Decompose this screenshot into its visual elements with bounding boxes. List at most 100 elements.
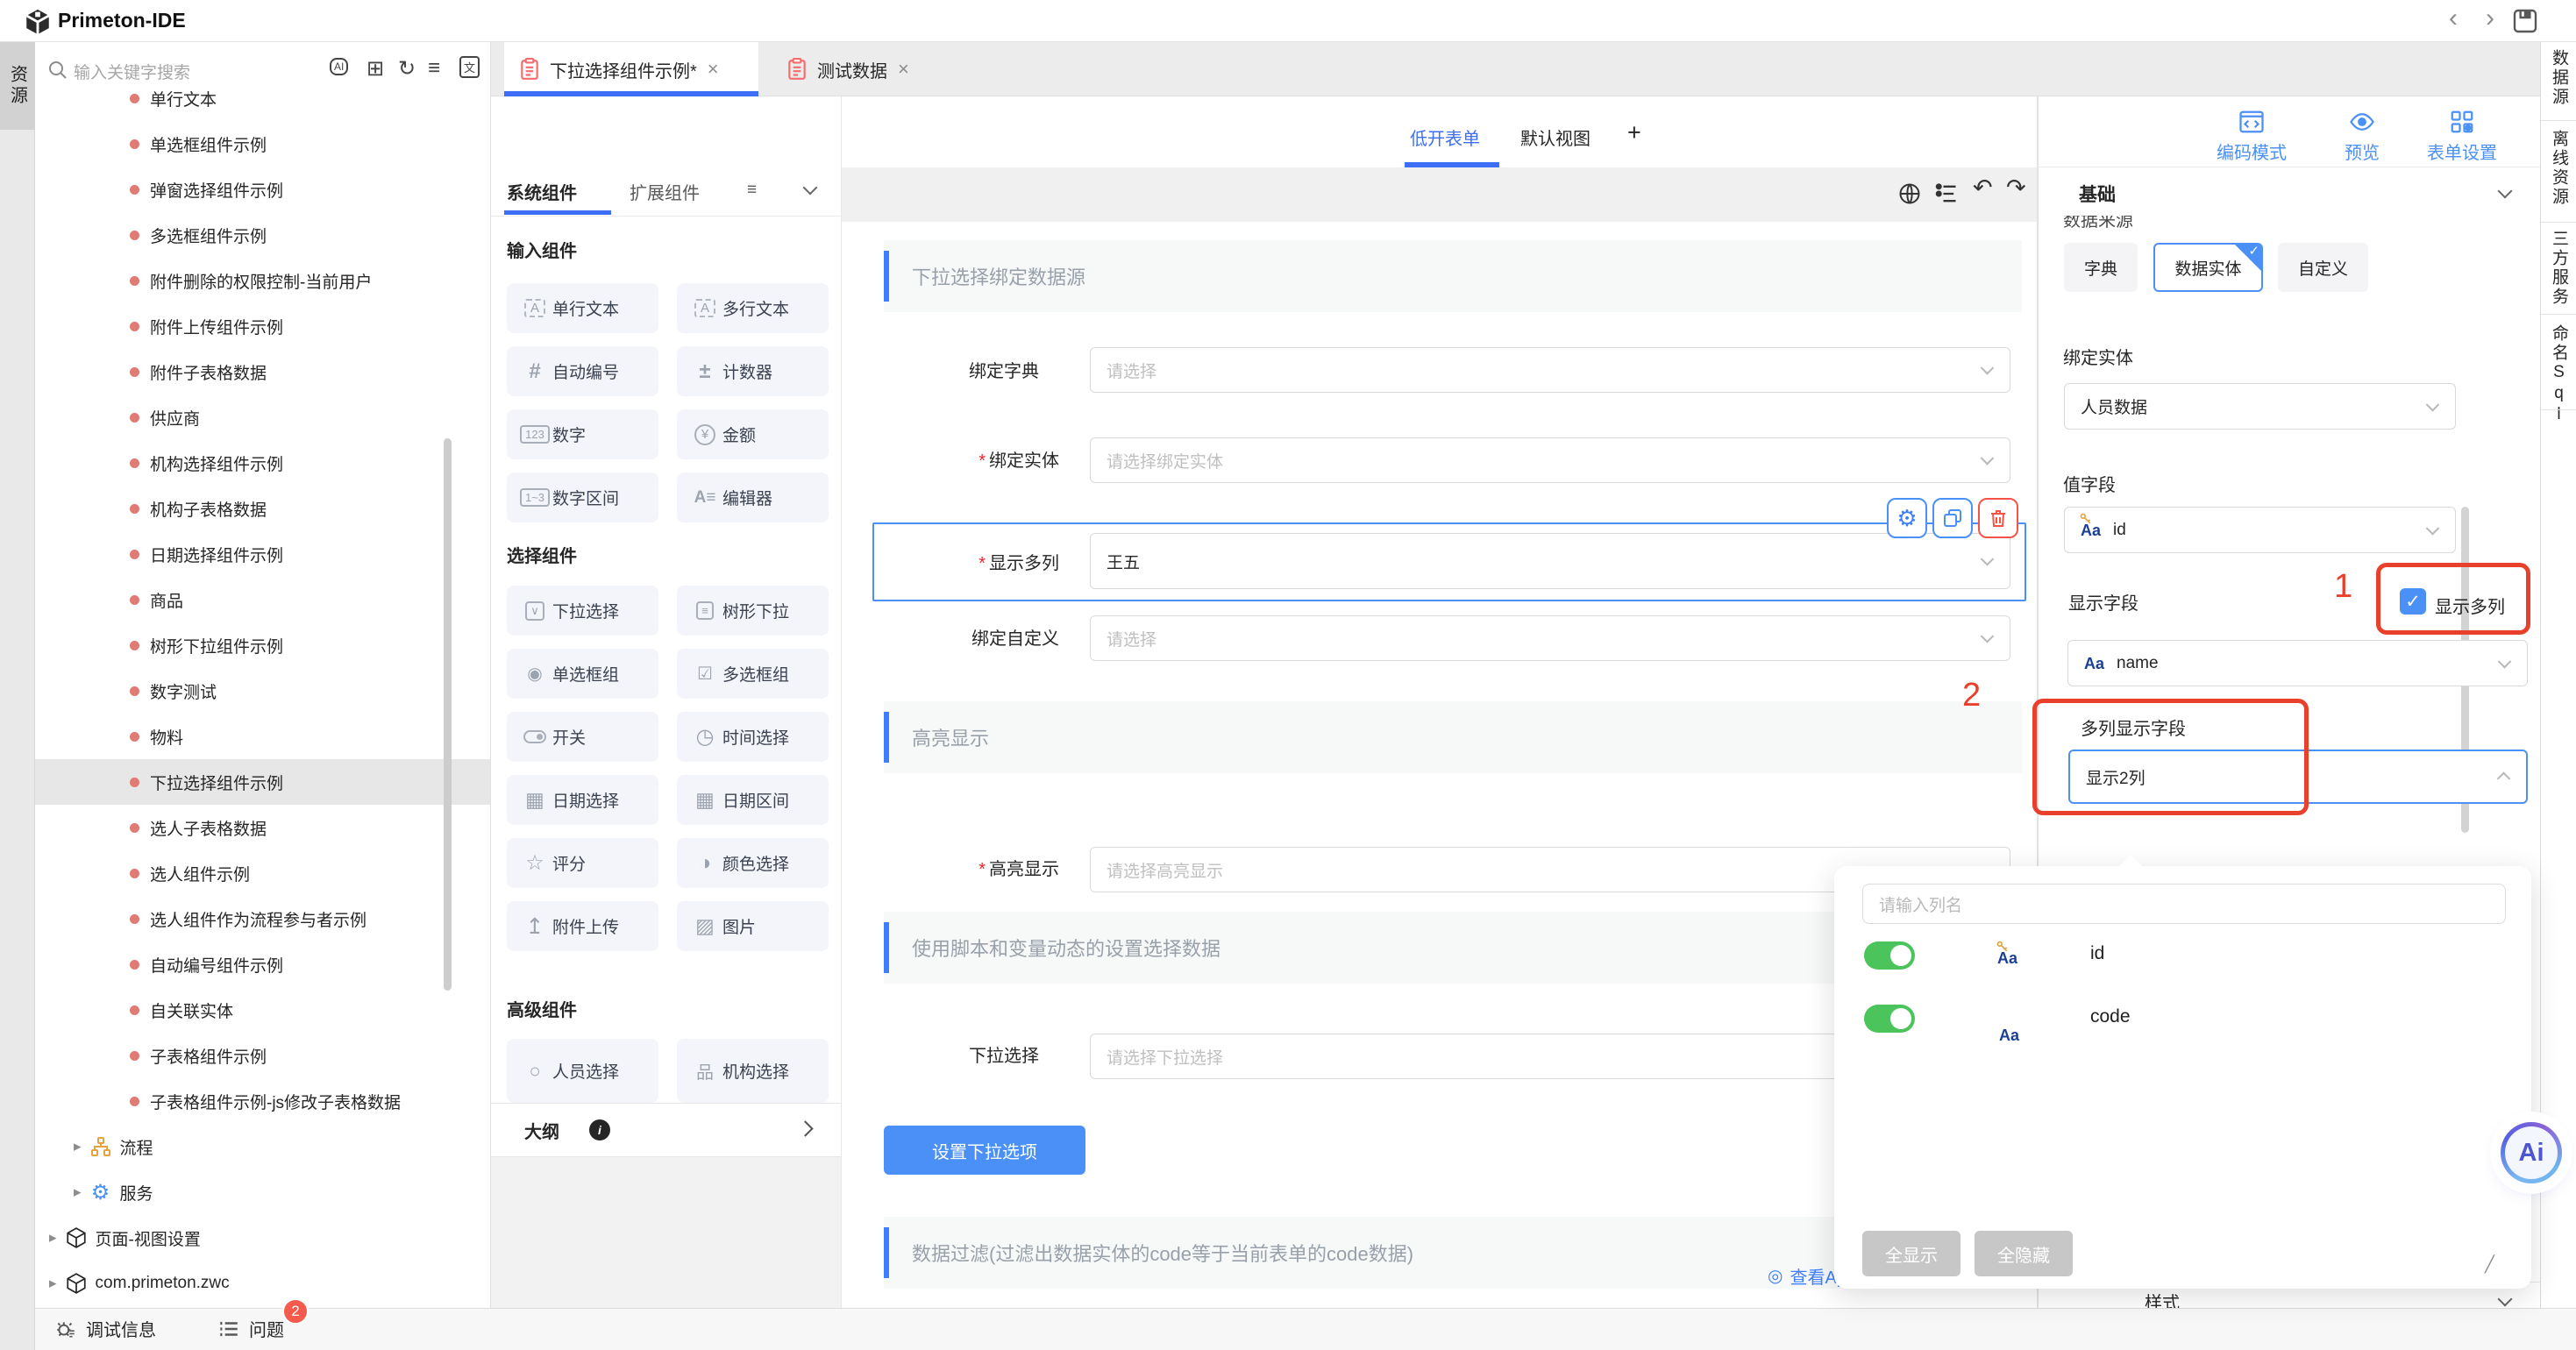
view-tab-lowcode-form[interactable]: 低开表单 xyxy=(1410,124,1480,150)
activity-tab-resources[interactable]: 资源 xyxy=(0,42,35,130)
tree-item[interactable]: 数字测试 xyxy=(35,668,491,714)
rail-tab-offline-resources[interactable]: 离线资源 xyxy=(2541,130,2576,207)
chevron-down-icon[interactable] xyxy=(2498,184,2513,199)
tree-item[interactable]: 树形下拉组件示例 xyxy=(35,622,491,668)
editor-tab-active[interactable]: 下拉选择组件示例* × xyxy=(504,42,758,96)
palette-item-editor[interactable]: A≡编辑器 xyxy=(677,472,829,522)
set-dropdown-options-button[interactable]: 设置下拉选项 xyxy=(884,1126,1085,1175)
tree-item[interactable]: 弹窗选择组件示例 xyxy=(35,167,491,212)
nav-forward-button[interactable]: › xyxy=(2474,4,2506,33)
palette-item-counter[interactable]: ±计数器 xyxy=(677,346,829,396)
ai-assistant-button[interactable]: Ai xyxy=(2501,1122,2562,1183)
bind-dict-select[interactable]: 请选择 xyxy=(1090,347,2010,393)
tree-group-service[interactable]: ▸⚙服务 xyxy=(35,1169,491,1215)
structure-tree-icon[interactable] xyxy=(1934,181,1959,206)
new-component-icon[interactable]: ⊞ xyxy=(366,56,384,82)
tree-package[interactable]: ▸com.primeton.zwc xyxy=(35,1261,491,1306)
undo-icon[interactable]: ↶ xyxy=(1973,174,1993,202)
palette-item-auto-number[interactable]: #自动编号 xyxy=(507,346,658,396)
tree-group-flow[interactable]: ▸流程 xyxy=(35,1124,491,1169)
palette-menu-icon[interactable]: ≡ xyxy=(747,181,757,200)
palette-item-tree-select[interactable]: ≡树形下拉 xyxy=(677,586,829,636)
nav-back-button[interactable]: ‹ xyxy=(2437,4,2469,33)
value-field-select[interactable]: Aa id xyxy=(2064,507,2456,553)
column-toggle-code[interactable] xyxy=(1864,1005,1915,1033)
chevron-right-icon[interactable] xyxy=(797,1120,813,1136)
tree-item[interactable]: 日期选择组件示例 xyxy=(35,531,491,577)
tree-item[interactable]: 附件上传组件示例 xyxy=(35,303,491,349)
palette-item-person-select[interactable]: ○人员选择 xyxy=(507,1039,658,1103)
chevron-right-icon[interactable]: ▸ xyxy=(49,1275,57,1292)
palette-tab-system[interactable]: 系统组件 xyxy=(507,179,577,204)
palette-item-multi-line-text[interactable]: A多行文本 xyxy=(677,283,829,333)
tree-item[interactable]: 子表格组件示例-js修改子表格数据 xyxy=(35,1078,491,1124)
tree-item[interactable]: 机构选择组件示例 xyxy=(35,440,491,486)
tree-item-selected[interactable]: 下拉选择组件示例 xyxy=(35,759,491,805)
palette-item-number-range[interactable]: 1~3数字区间 xyxy=(507,472,658,522)
palette-item-file-upload[interactable]: ↥附件上传 xyxy=(507,901,658,951)
inspector-section-style[interactable]: 样式 xyxy=(2145,1289,2180,1308)
palette-item-date-range[interactable]: ▦日期区间 xyxy=(677,775,829,825)
tree-item[interactable]: 选人子表格数据 xyxy=(35,805,491,850)
ai-assist-icon[interactable]: AI xyxy=(330,58,348,75)
tree-item[interactable]: 附件子表格数据 xyxy=(35,349,491,394)
multi-column-checkbox-label[interactable]: 显示多列 xyxy=(2435,593,2505,618)
palette-item-org-select[interactable]: 品机构选择 xyxy=(677,1039,829,1103)
tree-item[interactable]: 自动编号组件示例 xyxy=(35,941,491,987)
close-icon[interactable]: × xyxy=(898,58,909,81)
problems-button[interactable]: 问题 xyxy=(217,1316,284,1341)
code-mode-button[interactable]: 编码模式 xyxy=(2217,109,2287,164)
tree-item[interactable]: 选人组件作为流程参与者示例 xyxy=(35,896,491,941)
tree-item[interactable]: 子表格组件示例 xyxy=(35,1033,491,1078)
resize-handle[interactable]: ╱ xyxy=(2485,1255,2494,1274)
palette-item-amount[interactable]: ¥金额 xyxy=(677,409,829,459)
add-view-tab-button[interactable]: + xyxy=(1627,119,1641,146)
tree-item[interactable]: 机构子表格数据 xyxy=(35,486,491,531)
inspector-section-basic[interactable]: 基础 xyxy=(2079,181,2116,207)
source-tab-data-entity[interactable]: 数据实体✓ xyxy=(2153,243,2263,292)
component-copy-button[interactable] xyxy=(1932,498,1973,538)
palette-item-color-picker[interactable]: ◑颜色选择 xyxy=(677,838,829,888)
form-settings-button[interactable]: 表单设置 xyxy=(2427,109,2497,164)
tree-scrollbar[interactable] xyxy=(444,438,452,991)
chevron-icon[interactable] xyxy=(2498,1292,2513,1307)
tree-item[interactable]: 物料 xyxy=(35,714,491,759)
translate-icon[interactable]: 文 xyxy=(459,56,480,78)
tree-package[interactable]: ▸页面-视图设置 xyxy=(35,1215,491,1261)
view-tab-default-view[interactable]: 默认视图 xyxy=(1520,124,1590,150)
palette-item-number[interactable]: 123数字 xyxy=(507,409,658,459)
multi-column-select[interactable]: 王五 xyxy=(1090,533,2010,589)
hide-all-button[interactable]: 全隐藏 xyxy=(1975,1231,2073,1276)
tree-item[interactable]: 附件删除的权限控制-当前用户 xyxy=(35,258,491,303)
tree-item[interactable]: 商品 xyxy=(35,577,491,622)
palette-collapse-icon[interactable] xyxy=(803,181,818,195)
tree-item[interactable]: 多选框组件示例 xyxy=(35,212,491,258)
component-delete-button[interactable] xyxy=(1978,498,2018,538)
palette-item-single-line-text[interactable]: A单行文本 xyxy=(507,283,658,333)
multi-column-checkbox[interactable]: ✓ xyxy=(2400,588,2426,615)
tree-item[interactable]: 自关联实体 xyxy=(35,987,491,1033)
tree-item[interactable]: 选人组件示例 xyxy=(35,850,491,896)
palette-item-date-picker[interactable]: ▦日期选择 xyxy=(507,775,658,825)
redo-icon[interactable]: ↷ xyxy=(2006,174,2026,202)
palette-item-image[interactable]: ▨图片 xyxy=(677,901,829,951)
chevron-right-icon[interactable]: ▸ xyxy=(74,1183,82,1201)
show-all-button[interactable]: 全显示 xyxy=(1862,1231,1960,1276)
chevron-right-icon[interactable]: ▸ xyxy=(49,1229,57,1247)
editor-tab[interactable]: 测试数据 × xyxy=(772,42,943,96)
column-toggle-id[interactable] xyxy=(1864,941,1915,970)
tree-item[interactable]: 供应商 xyxy=(35,394,491,440)
outline-bar[interactable]: 大纲 i xyxy=(491,1103,842,1157)
bind-custom-select[interactable]: 请选择 xyxy=(1090,615,2010,661)
debug-info-button[interactable]: 调试信息 xyxy=(54,1316,156,1341)
palette-item-radio-group[interactable]: ◉单选框组 xyxy=(507,649,658,699)
palette-item-checkbox-group[interactable]: ☑多选框组 xyxy=(677,649,829,699)
refresh-icon[interactable]: ↻ xyxy=(398,56,416,82)
palette-item-rating[interactable]: ☆评分 xyxy=(507,838,658,888)
close-icon[interactable]: × xyxy=(708,58,719,81)
source-tab-dict[interactable]: 字典 xyxy=(2064,243,2138,292)
bind-entity-select[interactable]: 请选择绑定实体 xyxy=(1090,437,2010,483)
rail-tab-third-party-services[interactable]: 三方服务 xyxy=(2541,230,2576,307)
i18n-globe-icon[interactable] xyxy=(1897,181,1922,206)
search-input[interactable]: 输入关键字搜索 xyxy=(74,60,190,83)
